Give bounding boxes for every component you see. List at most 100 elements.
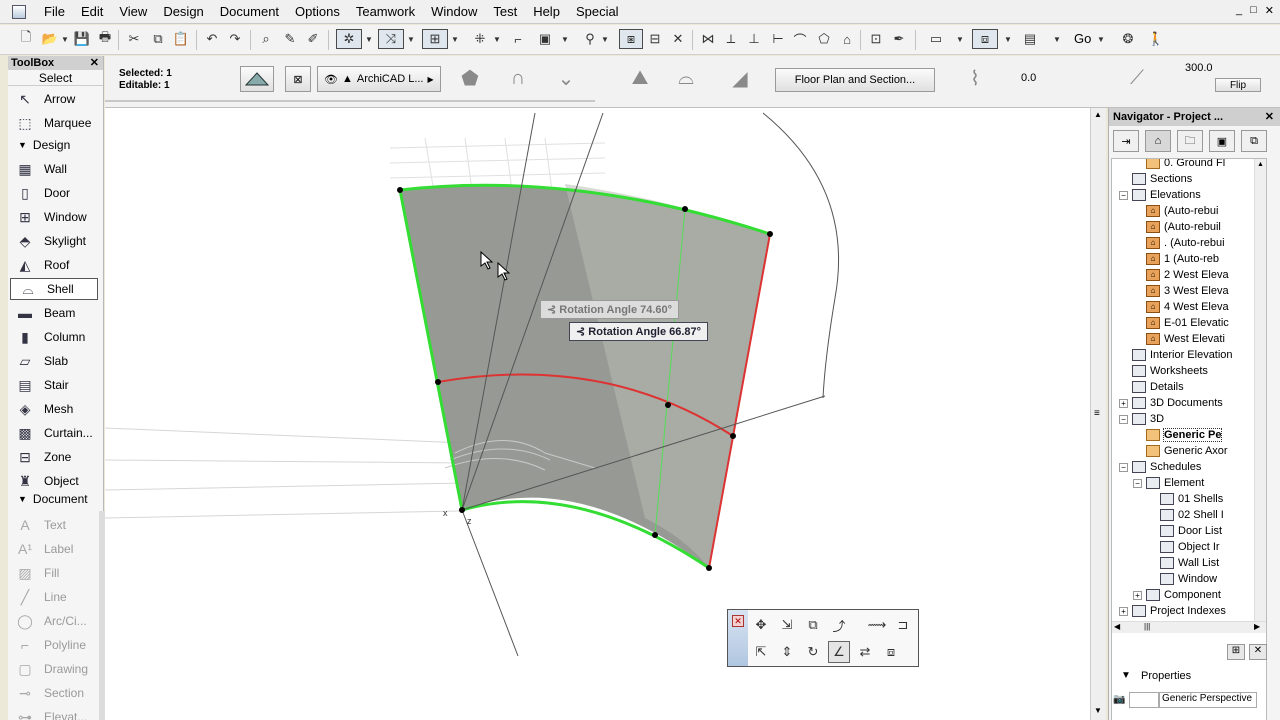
- multiply-icon[interactable]: ⧈: [880, 641, 902, 663]
- offset-edge-icon[interactable]: ⇲: [776, 614, 798, 636]
- tool-text[interactable]: A Text: [8, 514, 98, 536]
- tree-horizontal-scrollbar[interactable]: ◀ ||| ▶: [1112, 621, 1266, 633]
- explode-icon[interactable]: ⬠: [814, 29, 834, 49]
- copy-icon[interactable]: ⧉: [148, 29, 168, 49]
- layout-book-icon[interactable]: ▣: [1209, 130, 1235, 152]
- tree-item[interactable]: Generic Pe: [1146, 427, 1223, 443]
- elevate-icon[interactable]: ⇕: [776, 641, 798, 663]
- navigator-delete-icon[interactable]: ✕: [1249, 644, 1267, 660]
- group-dropdown-icon[interactable]: ▼: [560, 29, 570, 49]
- viewport-scrollbar[interactable]: ▲ ≡ ▼: [1090, 108, 1106, 720]
- grid-snap-icon[interactable]: ⊞: [422, 29, 448, 49]
- rotation-angle-value[interactable]: Rotation Angle 66.87°: [588, 326, 701, 338]
- view-id-field[interactable]: [1129, 692, 1159, 708]
- shell-type-ruled-icon[interactable]: ⌄: [551, 66, 581, 90]
- menu-design[interactable]: Design: [155, 0, 211, 24]
- tree-item[interactable]: ⌂ (Auto-rebui: [1146, 203, 1218, 219]
- 3d-dropdown-icon[interactable]: ▼: [1003, 29, 1013, 49]
- tool-shell[interactable]: ⌓ Shell: [10, 278, 98, 300]
- tree-item[interactable]: ⌂ . (Auto-rebui: [1146, 235, 1225, 251]
- lock-icon[interactable]: ⚲: [580, 29, 600, 49]
- tool-roof[interactable]: ◭ Roof: [8, 254, 98, 276]
- floorplan-section-button[interactable]: Floor Plan and Section...: [775, 68, 935, 92]
- wand-dropdown-icon[interactable]: ▼: [492, 29, 502, 49]
- toolbox-close-icon[interactable]: ✕: [90, 56, 99, 70]
- menu-help[interactable]: Help: [525, 0, 568, 24]
- menu-special[interactable]: Special: [568, 0, 627, 24]
- navigator-header[interactable]: Navigator - Project ... ✕: [1109, 108, 1280, 126]
- toolbox-header[interactable]: ToolBox ✕: [8, 56, 103, 70]
- tree-item[interactable]: Elevations: [1132, 187, 1201, 203]
- paste-icon[interactable]: 📋: [171, 29, 191, 49]
- shell-3d-view[interactable]: x z: [105, 108, 1090, 720]
- tool-beam[interactable]: ▬ Beam: [8, 302, 98, 324]
- shell-settings-button[interactable]: [240, 66, 274, 92]
- properties-toggle-icon[interactable]: ▼: [1121, 670, 1131, 681]
- tool-zone[interactable]: ⊟ Zone: [8, 446, 98, 468]
- menu-view[interactable]: View: [111, 0, 155, 24]
- tool-polyline[interactable]: ⌐ Polyline: [8, 634, 98, 656]
- menu-options[interactable]: Options: [287, 0, 348, 24]
- tree-expander-icon[interactable]: −: [1133, 479, 1142, 488]
- pen-red-icon[interactable]: ✒: [889, 29, 909, 49]
- layer-selector[interactable]: 👁 ▲ ArchiCAD L... ▶: [317, 66, 441, 92]
- tree-item[interactable]: Sections: [1132, 171, 1192, 187]
- tool-skylight[interactable]: ⬘ Skylight: [8, 230, 98, 252]
- tree-item[interactable]: ⌂ 3 West Eleva: [1146, 283, 1229, 299]
- tree-item[interactable]: Generic Axor: [1146, 443, 1228, 459]
- elevate-icon[interactable]: ⊡: [866, 29, 886, 49]
- tool-column[interactable]: ▮ Column: [8, 326, 98, 348]
- save-icon[interactable]: 💾: [72, 29, 92, 49]
- find-select-icon[interactable]: ⌕: [256, 29, 276, 49]
- app-icon[interactable]: [12, 4, 26, 19]
- adjust-icon[interactable]: ⟂: [721, 29, 741, 49]
- tree-item[interactable]: Object Ir: [1160, 539, 1220, 555]
- view-map-icon[interactable]: 🗀: [1177, 130, 1203, 152]
- tree-item[interactable]: Element: [1146, 475, 1204, 491]
- menu-window[interactable]: Window: [423, 0, 485, 24]
- go-dropdown-icon[interactable]: ▼: [1096, 29, 1106, 49]
- tool-drawing[interactable]: ▢ Drawing: [8, 658, 98, 680]
- tool-arc-ci[interactable]: ◯ Arc/Ci...: [8, 610, 98, 632]
- project-map-icon[interactable]: ⌂: [1145, 130, 1171, 152]
- tree-item[interactable]: ⌂ 1 (Auto-reb: [1146, 251, 1219, 267]
- gravity-dropdown-icon[interactable]: ▼: [364, 29, 374, 49]
- cut-icon[interactable]: ✂: [124, 29, 144, 49]
- split-icon[interactable]: ⋈: [698, 29, 718, 49]
- trim-icon[interactable]: ⌐: [508, 29, 528, 49]
- stretch-icon[interactable]: ⟿: [866, 614, 888, 636]
- magic-wand-icon[interactable]: ⁜: [470, 29, 490, 49]
- tree-expander-icon[interactable]: +: [1119, 607, 1128, 616]
- close-button[interactable]: ✕: [1265, 4, 1274, 17]
- tool-fill[interactable]: ▨ Fill: [8, 562, 98, 584]
- profile-edit-icon[interactable]: ⊐: [892, 614, 914, 636]
- shell-type-revolved-icon[interactable]: ∩: [503, 66, 533, 90]
- offset-icon[interactable]: ⊢: [768, 29, 788, 49]
- tree-item[interactable]: 3D: [1132, 411, 1164, 427]
- rotate-icon[interactable]: ↻: [802, 641, 824, 663]
- tool-slab[interactable]: ▱ Slab: [8, 350, 98, 372]
- snap-dropdown-icon[interactable]: ▼: [406, 29, 416, 49]
- height-value[interactable]: 300.0: [1185, 62, 1213, 74]
- publisher-icon[interactable]: ⧉: [1241, 130, 1267, 152]
- roof-tool-icon[interactable]: ⌂: [837, 29, 857, 49]
- tree-item[interactable]: Door List: [1160, 523, 1222, 539]
- group-icon[interactable]: ▣: [535, 29, 555, 49]
- shell-shape-1-icon[interactable]: ⛰: [625, 66, 655, 90]
- tool-line[interactable]: ╱ Line: [8, 586, 98, 608]
- mirror-icon[interactable]: ⇄: [854, 641, 876, 663]
- book-dropdown-icon[interactable]: ▼: [1052, 29, 1062, 49]
- undo-icon[interactable]: ↶: [202, 29, 222, 49]
- tree-item[interactable]: 01 Shells: [1160, 491, 1223, 507]
- shell-shape-2-icon[interactable]: ⌓: [671, 66, 701, 90]
- document-section-header[interactable]: ▼ Document: [18, 492, 88, 506]
- tree-item[interactable]: Component: [1146, 587, 1221, 603]
- open-dropdown-icon[interactable]: ▼: [60, 29, 70, 49]
- go-label[interactable]: Go: [1074, 31, 1091, 46]
- tree-item[interactable]: ⌂ 4 West Eleva: [1146, 299, 1229, 315]
- tool-elevat[interactable]: ⊶ Elevat...: [8, 706, 98, 720]
- gravity-icon[interactable]: ✲: [336, 29, 362, 49]
- tree-expander-icon[interactable]: +: [1119, 399, 1128, 408]
- drag-icon[interactable]: ⇱: [750, 641, 772, 663]
- tree-item[interactable]: Details: [1132, 379, 1184, 395]
